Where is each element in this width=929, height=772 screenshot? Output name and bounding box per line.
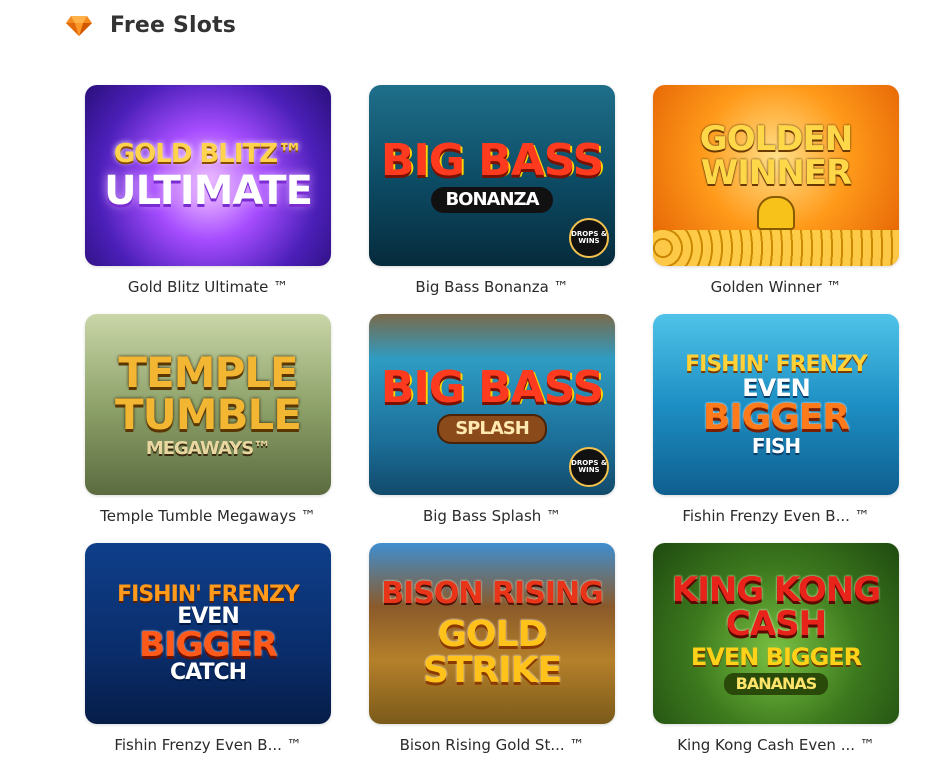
game-thumbnail[interactable]: FISHIN' FRENZY EVEN BIGGER FISH — [653, 314, 899, 495]
game-logo-text: BISON RISING — [381, 575, 603, 611]
game-title[interactable]: Big Bass Splash ™ — [423, 507, 561, 525]
game-thumbnail[interactable]: BISON RISING GOLD STRIKE — [369, 543, 615, 724]
game-logo-text: KING KONG CASH — [671, 569, 881, 644]
game-title[interactable]: Temple Tumble Megaways ™ — [100, 507, 316, 525]
drops-wins-badge: DROPS & WINS — [569, 218, 609, 258]
game-logo-text: SPLASH — [437, 413, 547, 444]
game-tile[interactable]: GOLDEN WINNER Golden Winner ™ — [653, 85, 899, 314]
game-tile[interactable]: KING KONG CASH EVEN BIGGER BANANAS King … — [653, 543, 899, 772]
game-title[interactable]: Golden Winner ™ — [711, 278, 842, 296]
game-logo-text: BIGGER — [139, 624, 278, 665]
game-thumbnail[interactable]: GOLDEN WINNER — [653, 85, 899, 266]
game-thumbnail[interactable]: GOLD BLITZ™ ULTIMATE — [85, 85, 331, 266]
game-tile[interactable]: BIG BASS SPLASH DROPS & WINS Big Bass Sp… — [369, 314, 615, 543]
game-logo-text: GOLD STRIKE — [422, 613, 562, 691]
game-grid: GOLD BLITZ™ ULTIMATE Gold Blitz Ultimate… — [85, 85, 899, 772]
game-logo-text: FISH — [751, 433, 801, 458]
drops-wins-badge: DROPS & WINS — [569, 447, 609, 487]
game-logo-text: FISHIN' FRENZY — [685, 351, 868, 377]
game-tile[interactable]: TEMPLE TUMBLE MEGAWAYS™ Temple Tumble Me… — [85, 314, 331, 543]
bell-icon — [757, 195, 795, 230]
game-tile[interactable]: GOLD BLITZ™ ULTIMATE Gold Blitz Ultimate… — [85, 85, 331, 314]
game-logo-text: BIG BASS — [380, 134, 604, 186]
game-title[interactable]: Bison Rising Gold St... ™ — [400, 736, 585, 754]
game-logo-text: BANANAS — [723, 672, 829, 695]
game-title[interactable]: Fishin Frenzy Even B... ™ — [114, 736, 301, 754]
game-logo-text: EVEN BIGGER — [690, 642, 862, 671]
game-tile[interactable]: FISHIN' FRENZY EVEN BIGGER CATCH Fishin … — [85, 543, 331, 772]
game-title[interactable]: Big Bass Bonanza ™ — [415, 278, 568, 296]
game-logo-text: ULTIMATE — [104, 167, 313, 214]
game-logo-text: BIGGER — [702, 396, 850, 438]
game-logo-text: GOLDEN — [699, 118, 853, 159]
game-thumbnail[interactable]: KING KONG CASH EVEN BIGGER BANANAS — [653, 543, 899, 724]
coins-decoration — [653, 230, 899, 266]
game-thumbnail[interactable]: TEMPLE TUMBLE MEGAWAYS™ — [85, 314, 331, 495]
game-tile[interactable]: FISHIN' FRENZY EVEN BIGGER FISH Fishin F… — [653, 314, 899, 543]
game-tile[interactable]: BISON RISING GOLD STRIKE Bison Rising Go… — [369, 543, 615, 772]
game-logo-text: BONANZA — [431, 186, 553, 213]
game-title[interactable]: Gold Blitz Ultimate ™ — [128, 278, 288, 296]
gem-icon — [66, 16, 92, 36]
game-logo-text: MEGAWAYS™ — [145, 437, 271, 459]
game-logo-text: TUMBLE — [114, 389, 302, 439]
game-logo-text: WINNER — [700, 152, 852, 193]
game-logo-text: EVEN — [742, 373, 810, 402]
game-logo-text: BIG BASS — [380, 361, 604, 413]
game-tile[interactable]: BIG BASS BONANZA DROPS & WINS Big Bass B… — [369, 85, 615, 314]
game-logo-text: GOLD BLITZ™ — [113, 138, 303, 169]
game-title[interactable]: Fishin Frenzy Even B... ™ — [682, 507, 869, 525]
game-title[interactable]: King Kong Cash Even ... ™ — [677, 736, 875, 754]
game-thumbnail[interactable]: FISHIN' FRENZY EVEN BIGGER CATCH — [85, 543, 331, 724]
game-logo-text: TEMPLE — [118, 347, 298, 397]
game-thumbnail[interactable]: BIG BASS SPLASH DROPS & WINS — [369, 314, 615, 495]
game-thumbnail[interactable]: BIG BASS BONANZA DROPS & WINS — [369, 85, 615, 266]
game-logo-text: FISHIN' FRENZY — [117, 581, 300, 607]
section-header: Free Slots — [64, 10, 236, 40]
game-logo-text: CATCH — [169, 659, 247, 685]
section-title: Free Slots — [110, 12, 237, 38]
